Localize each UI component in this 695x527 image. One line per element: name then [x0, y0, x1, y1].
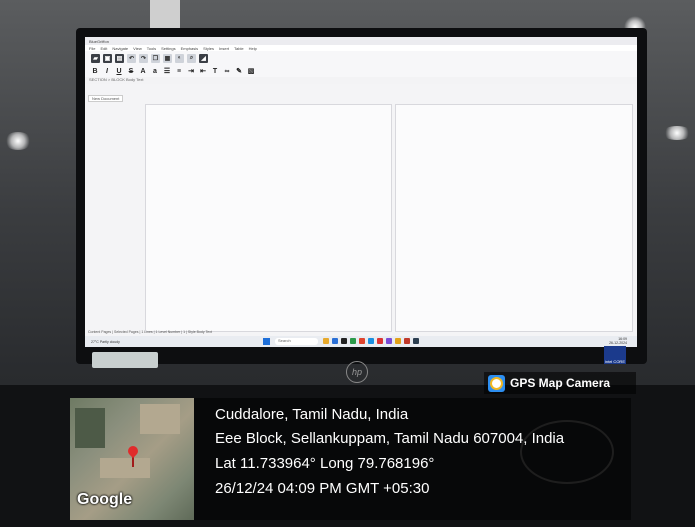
list-icon[interactable]: ☰	[163, 67, 171, 75]
ceiling-light	[662, 126, 692, 140]
app-icon[interactable]	[332, 338, 338, 344]
intel-badge: intel CORE	[604, 346, 626, 364]
location-city: Cuddalore, Tamil Nadu, India	[215, 406, 409, 423]
monitor-screen: BlueGriffon File Edit Navigate View Tool…	[85, 37, 637, 347]
numbered-list-icon[interactable]: ≡	[175, 67, 183, 75]
menu-view[interactable]: View	[133, 46, 142, 51]
ceiling-light	[4, 132, 32, 150]
weather-widget[interactable]: 27°C Partly cloudy	[91, 340, 120, 344]
app-icon[interactable]	[368, 338, 374, 344]
bold-icon[interactable]: B	[91, 67, 99, 75]
menu-tools[interactable]: Tools	[147, 46, 156, 51]
map-area	[140, 404, 180, 434]
table-icon[interactable]: ▦	[163, 53, 172, 63]
map-area	[100, 458, 150, 478]
clock-date: 26-12-2024	[609, 341, 627, 345]
google-watermark: Google	[77, 491, 133, 508]
link-icon[interactable]: ∞	[223, 67, 231, 75]
editor-pane-right[interactable]	[395, 104, 633, 332]
menu-table[interactable]: Table	[234, 46, 244, 51]
app-icon[interactable]	[377, 338, 383, 344]
taskbar: 27°C Partly cloudy Search 16:09 26-12-202…	[85, 336, 637, 347]
taskbar-apps	[323, 338, 419, 344]
weather-desc: Partly cloudy	[99, 339, 120, 344]
outdent-icon[interactable]: ⇤	[199, 67, 207, 75]
open-folder-icon[interactable]: ▰	[91, 53, 100, 63]
save-icon[interactable]: ▣	[103, 53, 112, 63]
breadcrumb: SECTION > BLOCK Body Text	[85, 77, 637, 84]
window-titlebar: BlueGriffon	[85, 37, 637, 45]
redo-icon[interactable]: ↷	[139, 53, 148, 63]
app-icon[interactable]	[359, 338, 365, 344]
image-icon[interactable]: ◢	[199, 53, 208, 63]
pillar	[150, 0, 180, 30]
search-icon[interactable]: ⌕	[187, 53, 196, 63]
system-clock[interactable]: 16:09 26-12-2024	[609, 337, 627, 345]
status-line: Content Pages | Selected Pages | 1 Lines…	[88, 330, 212, 334]
strikethrough-icon[interactable]: S	[127, 67, 135, 75]
italic-icon[interactable]: I	[103, 67, 111, 75]
monitor-sticker	[92, 352, 158, 368]
image-insert-icon[interactable]: ▧	[247, 67, 255, 75]
hp-logo: hp	[346, 361, 368, 383]
app-icon[interactable]	[413, 338, 419, 344]
app-icon[interactable]	[350, 338, 356, 344]
map-thumbnail: Google	[70, 398, 194, 520]
menu-settings[interactable]: Settings	[161, 46, 175, 51]
app-icon[interactable]	[341, 338, 347, 344]
location-address: Eee Block, Sellankuppam, Tamil Nadu 6070…	[215, 430, 565, 447]
menu-edit[interactable]: Edit	[100, 46, 107, 51]
window-title: BlueGriffon	[89, 38, 109, 44]
format-toolbar: B I U S A a ☰ ≡ ⇥ ⇤ T ∞ ✎ ▧	[85, 65, 637, 77]
weather-temp: 27°C	[91, 339, 99, 344]
menu-help[interactable]: Help	[249, 46, 257, 51]
copy-icon[interactable]: ❐	[151, 53, 160, 63]
tab-new-document[interactable]: New Document	[88, 95, 124, 102]
map-area	[75, 408, 105, 448]
underline-icon[interactable]: U	[115, 67, 123, 75]
gps-app-name: GPS Map Camera	[510, 376, 611, 390]
menu-emphasis[interactable]: Emphasis	[181, 46, 199, 51]
taskbar-search[interactable]: Search	[275, 338, 318, 345]
menu-file[interactable]: File	[89, 46, 95, 51]
style-icon[interactable]: a	[151, 67, 159, 75]
main-toolbar: ▰ ▣ ▤ ↶ ↷ ❐ ▦ ◐ ⌕ ◢	[85, 51, 637, 65]
menu-navigate[interactable]: Navigate	[112, 46, 128, 51]
font-icon[interactable]: A	[139, 67, 147, 75]
windows-start-icon[interactable]	[263, 338, 270, 345]
menu-styles[interactable]: Styles	[203, 46, 214, 51]
menu-insert[interactable]: Insert	[219, 46, 229, 51]
app-icon[interactable]	[323, 338, 329, 344]
indent-icon[interactable]: ⇥	[187, 67, 195, 75]
print-icon[interactable]: ▤	[115, 53, 124, 63]
location-timestamp: 26/12/24 04:09 PM GMT +05:30	[215, 480, 430, 497]
editor-pane-left[interactable]	[145, 104, 392, 332]
app-icon[interactable]	[404, 338, 410, 344]
gps-badge: GPS Map Camera	[484, 372, 636, 394]
pen-icon[interactable]: ✎	[235, 67, 243, 75]
gps-camera-icon	[488, 374, 505, 392]
app-icon[interactable]	[395, 338, 401, 344]
location-coords: Lat 11.733964° Long 79.768196°	[215, 455, 435, 472]
preview-icon[interactable]: ◐	[175, 53, 184, 63]
app-icon[interactable]	[386, 338, 392, 344]
undo-icon[interactable]: ↶	[127, 53, 136, 63]
heading-icon[interactable]: T	[211, 67, 219, 75]
map-pin-icon	[125, 443, 141, 459]
